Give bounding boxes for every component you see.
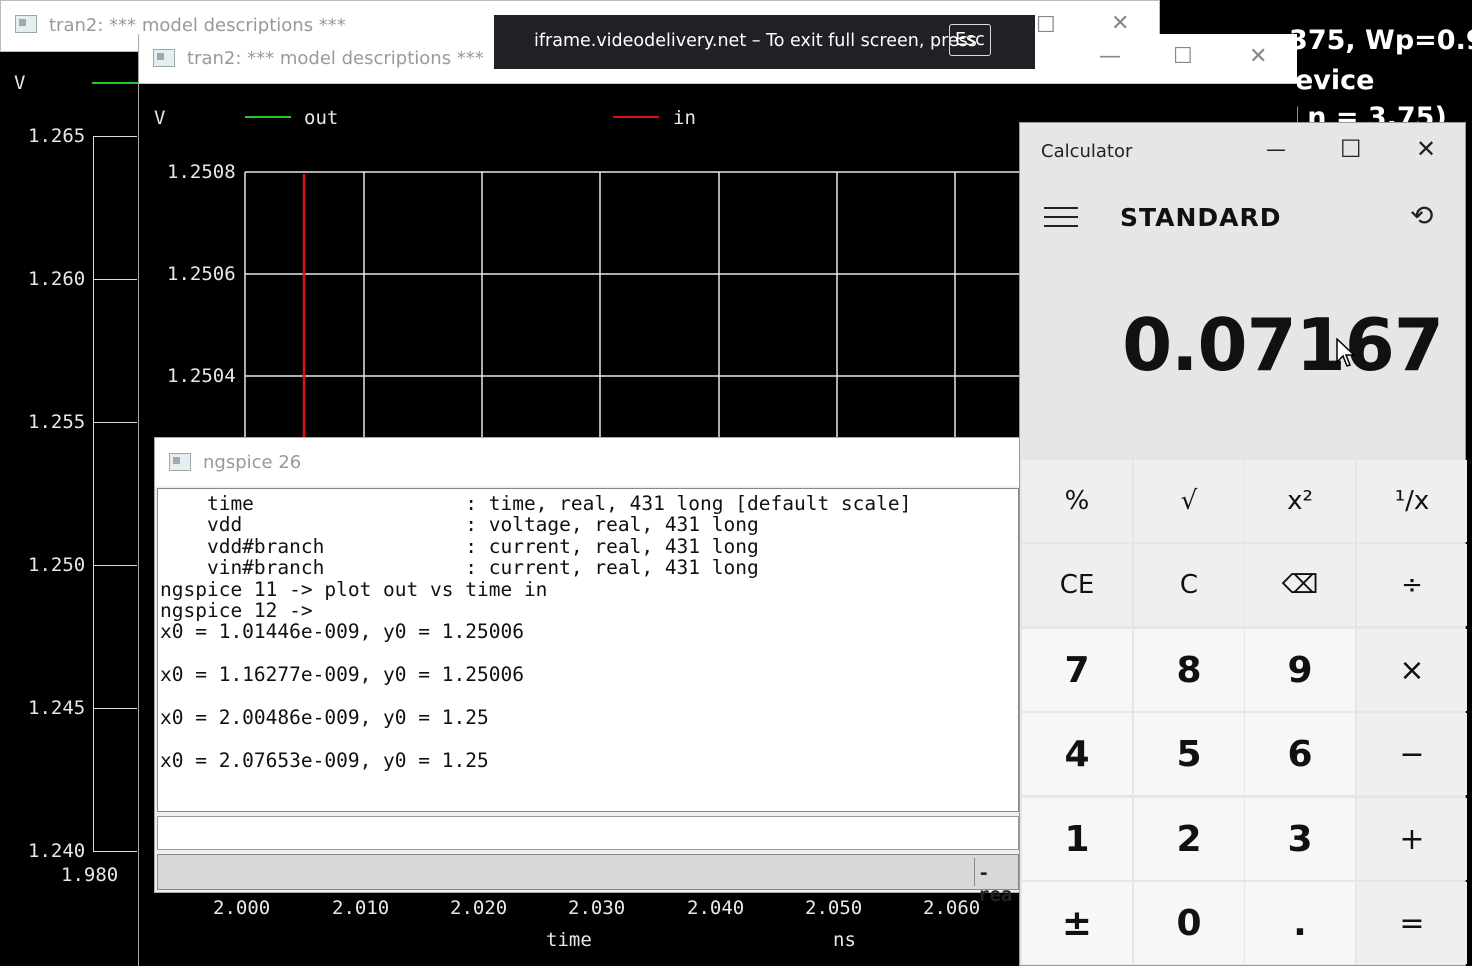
minimize-icon[interactable]: — bbox=[1266, 137, 1286, 161]
percent-button[interactable]: % bbox=[1022, 460, 1132, 542]
front-x-tick: 2.030 bbox=[568, 897, 626, 919]
command-input[interactable] bbox=[157, 816, 1019, 850]
close-icon[interactable]: ✕ bbox=[1416, 135, 1436, 163]
slide-text-line-1: 0.375, Wp=0.937 bbox=[1290, 25, 1472, 56]
console-line: ngspice 12 -> bbox=[160, 599, 313, 622]
digit-0-button[interactable]: 0 bbox=[1134, 882, 1244, 964]
front-x-tick: 2.050 bbox=[805, 897, 863, 919]
clear-entry-button[interactable]: CE bbox=[1022, 544, 1132, 626]
mouse-cursor bbox=[1336, 338, 1356, 367]
console-line: x0 = 2.07653e-009, y0 = 1.25 bbox=[160, 748, 489, 772]
hamburger-menu-icon[interactable] bbox=[1044, 207, 1078, 227]
fullscreen-notice-text: iframe.videodelivery.net – To exit full … bbox=[534, 31, 977, 51]
clear-button[interactable]: C bbox=[1134, 544, 1244, 626]
calculator-display: 0.07167 bbox=[1122, 303, 1444, 387]
front-y-tick: 1.2504 bbox=[167, 365, 236, 387]
front-y-tick: 1.2506 bbox=[167, 263, 236, 285]
console-line: x0 = 2.00486e-009, y0 = 1.25 bbox=[160, 706, 489, 729]
front-x-tick: 2.040 bbox=[687, 897, 745, 919]
console-titlebar[interactable]: ngspice 26 bbox=[155, 438, 1021, 486]
back-window-title: tran2: *** model descriptions *** bbox=[49, 15, 346, 36]
digit-3-button[interactable]: 3 bbox=[1245, 798, 1355, 880]
reciprocal-button[interactable]: ¹/x bbox=[1357, 460, 1467, 542]
front-x-tick: 2.020 bbox=[450, 897, 508, 919]
back-y-tick-mark bbox=[93, 565, 137, 566]
front-x-tick: 2.060 bbox=[923, 897, 981, 919]
back-y-tick: 1.245 bbox=[28, 697, 86, 719]
back-close-icon[interactable]: ✕ bbox=[1111, 13, 1129, 35]
history-icon[interactable]: ⟲ bbox=[1410, 199, 1433, 232]
divide-button[interactable]: ÷ bbox=[1357, 544, 1467, 626]
ngspice-console-window: ngspice 26 time : time, real, 431 long [… bbox=[154, 437, 1021, 906]
front-y-tick: 1.2508 bbox=[167, 161, 236, 183]
equals-button[interactable]: = bbox=[1357, 882, 1467, 964]
decimal-button[interactable]: . bbox=[1245, 882, 1355, 964]
back-y-tick-mark bbox=[93, 279, 137, 280]
back-y-tick-mark bbox=[93, 136, 137, 137]
subtract-button[interactable]: − bbox=[1357, 713, 1467, 795]
esc-key-hint: Esc bbox=[949, 24, 991, 56]
console-line: x0 = 1.16277e-009, y0 = 1.25006 bbox=[160, 663, 524, 687]
digit-1-button[interactable]: 1 bbox=[1022, 798, 1132, 880]
status-bar: -rea bbox=[157, 854, 1019, 906]
console-line: time : time, real, 431 long [default sca… bbox=[160, 492, 912, 515]
back-y-tick: 1.265 bbox=[28, 125, 86, 147]
status-text: -rea bbox=[978, 862, 1013, 906]
digit-6-button[interactable]: 6 bbox=[1245, 713, 1355, 795]
digit-5-button[interactable]: 5 bbox=[1134, 713, 1244, 795]
square-button[interactable]: x² bbox=[1245, 460, 1355, 542]
fullscreen-notice: iframe.videodelivery.net – To exit full … bbox=[494, 15, 1035, 69]
back-y-tick: 1.255 bbox=[28, 411, 86, 433]
square-root-button[interactable]: √ bbox=[1134, 460, 1244, 542]
x-axis-label: time bbox=[546, 929, 592, 951]
calculator-title: Calculator bbox=[1041, 141, 1133, 162]
back-y-tick: 1.260 bbox=[28, 268, 86, 290]
calculator-window: Calculator — ☐ ✕ STANDARD ⟲ 0.07167 MC M… bbox=[1019, 122, 1467, 966]
maximize-icon[interactable]: ☐ bbox=[1340, 135, 1362, 163]
status-divider bbox=[974, 858, 975, 886]
back-x-tick: 1.980 bbox=[61, 864, 119, 886]
app-icon bbox=[15, 15, 37, 33]
console-line: x0 = 1.01446e-009, y0 = 1.25006 bbox=[160, 620, 524, 644]
back-plot-area bbox=[93, 136, 94, 852]
digit-7-button[interactable]: 7 bbox=[1022, 629, 1132, 711]
negate-button[interactable]: ± bbox=[1022, 882, 1132, 964]
mode-title: STANDARD bbox=[1120, 203, 1282, 232]
console-output: time : time, real, 431 long [default sca… bbox=[157, 488, 1019, 812]
backspace-button[interactable]: ⌫ bbox=[1245, 544, 1355, 626]
front-x-tick: 2.000 bbox=[213, 897, 271, 919]
multiply-button[interactable]: × bbox=[1357, 629, 1467, 711]
console-line: ngspice 11 -> plot out vs time in bbox=[160, 577, 548, 601]
digit-2-button[interactable]: 2 bbox=[1134, 798, 1244, 880]
back-y-tick-mark bbox=[93, 851, 137, 852]
background-slide: 0.375, Wp=0.937 evice Ln = 3.75) bbox=[1290, 20, 1472, 130]
back-y-tick: 1.250 bbox=[28, 554, 86, 576]
back-y-tick: 1.240 bbox=[28, 840, 86, 862]
back-legend-line bbox=[92, 82, 142, 84]
slide-text-line-2: evice bbox=[1295, 65, 1375, 96]
back-y-tick-mark bbox=[93, 708, 137, 709]
app-icon bbox=[169, 453, 191, 471]
x-axis-unit: ns bbox=[833, 929, 856, 951]
console-line: vdd : voltage, real, 431 long bbox=[160, 513, 759, 537]
console-line: vin#branch : current, real, 431 long bbox=[160, 556, 759, 580]
digit-9-button[interactable]: 9 bbox=[1245, 629, 1355, 711]
console-title: ngspice 26 bbox=[203, 452, 302, 473]
digit-8-button[interactable]: 8 bbox=[1134, 629, 1244, 711]
back-y-tick-mark bbox=[93, 422, 137, 423]
add-button[interactable]: + bbox=[1357, 798, 1467, 880]
front-x-tick: 2.010 bbox=[332, 897, 390, 919]
digit-4-button[interactable]: 4 bbox=[1022, 713, 1132, 795]
back-y-unit: V bbox=[14, 72, 26, 94]
console-line: vdd#branch : current, real, 431 long bbox=[160, 534, 759, 558]
